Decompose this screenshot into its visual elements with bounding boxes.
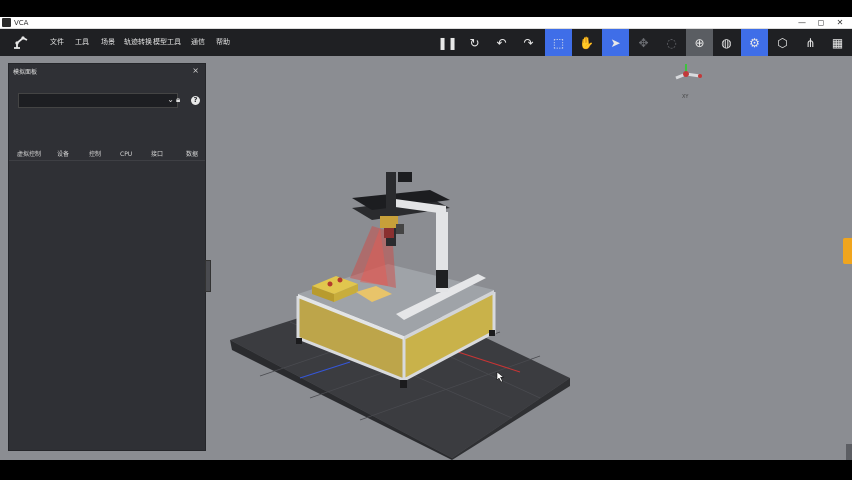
move-button[interactable]: ✥ bbox=[630, 29, 657, 56]
menu-model-tools[interactable]: 模型工具 bbox=[153, 29, 181, 56]
pause-icon: ❚❚ bbox=[437, 35, 458, 50]
undo-button[interactable]: ↶ bbox=[488, 29, 515, 56]
maximize-button[interactable]: ◻ bbox=[811, 17, 831, 29]
restart-icon: ↻ bbox=[469, 35, 480, 50]
restart-button[interactable]: ↻ bbox=[461, 29, 488, 56]
tab-control[interactable]: 控制 bbox=[89, 149, 101, 161]
hierarchy-icon: ⋔ bbox=[805, 35, 816, 50]
panel-close-button[interactable]: × bbox=[192, 66, 199, 75]
undo-icon: ↶ bbox=[496, 35, 507, 50]
tab-interface[interactable]: 接口 bbox=[151, 149, 163, 161]
settings-button[interactable]: ⚙ bbox=[741, 29, 768, 56]
menu-bar: 文件 工具 场景 轨迹转换 模型工具 通信 帮助 ❚❚ ↻ ↶ ↷ ⬚ ✋ ➤ ✥ ◌ ⊕ ◍ ⚙ ⬡ ⋔… bbox=[0, 29, 852, 56]
pause-button[interactable]: ❚❚ bbox=[434, 29, 461, 56]
grid-icon: ▦ bbox=[831, 35, 844, 50]
bottom-strip bbox=[0, 460, 852, 480]
tab-cpu[interactable]: CPU bbox=[120, 149, 132, 161]
orientation-gizmo-icon bbox=[675, 64, 702, 80]
hand-button[interactable]: ✋ bbox=[573, 29, 600, 56]
globe-button[interactable]: ◍ bbox=[713, 29, 740, 56]
lock-icon[interactable]: 🔒︎ bbox=[176, 95, 180, 105]
menu-comm[interactable]: 通信 bbox=[191, 29, 205, 56]
menu-trajectory[interactable]: 轨迹转换 bbox=[124, 29, 152, 56]
gizmo-icon: ⊕ bbox=[694, 35, 705, 50]
grid-button[interactable]: ▦ bbox=[824, 29, 851, 56]
hierarchy-button[interactable]: ⋔ bbox=[797, 29, 824, 56]
pointer-button[interactable]: ➤ bbox=[602, 29, 629, 56]
panel-title: 模拟面板 bbox=[13, 69, 38, 76]
panel-select[interactable]: ⌄ bbox=[18, 93, 178, 108]
robot-arm-icon bbox=[12, 34, 30, 50]
right-drawer-handle[interactable] bbox=[843, 238, 852, 264]
axis-label: XY bbox=[682, 94, 689, 100]
minimize-button[interactable]: — bbox=[792, 17, 812, 29]
rotate-icon: ◌ bbox=[666, 35, 677, 50]
menu-file[interactable]: 文件 bbox=[50, 29, 64, 56]
rotate-button[interactable]: ◌ bbox=[658, 29, 685, 56]
gizmo-button[interactable]: ⊕ bbox=[686, 29, 713, 56]
cube-button[interactable]: ⬡ bbox=[769, 29, 796, 56]
help-icon[interactable]: ? bbox=[191, 96, 200, 105]
chevron-down-icon: ⌄ bbox=[167, 95, 174, 104]
move-icon: ✥ bbox=[638, 35, 649, 50]
title-bar: VCA — ◻ ✕ bbox=[0, 17, 852, 29]
menu-scene[interactable]: 场景 bbox=[101, 29, 115, 56]
globe-icon: ◍ bbox=[721, 35, 732, 50]
select-box-icon: ⬚ bbox=[552, 35, 565, 50]
close-window-button[interactable]: ✕ bbox=[830, 17, 850, 29]
select-box-button[interactable]: ⬚ bbox=[545, 29, 572, 56]
cube-icon: ⬡ bbox=[777, 35, 788, 50]
tab-data[interactable]: 数据 bbox=[186, 149, 198, 161]
menu-help[interactable]: 帮助 bbox=[216, 29, 230, 56]
tab-device[interactable]: 设备 bbox=[57, 149, 69, 161]
simulation-panel: 模拟面板 × ⌄ 🔒︎ ? 虚拟控制 设备 控制 CPU 接口 数据 bbox=[8, 63, 206, 451]
redo-icon: ↷ bbox=[523, 35, 534, 50]
scrollbar[interactable] bbox=[846, 444, 852, 460]
hand-icon: ✋ bbox=[579, 35, 594, 50]
pointer-icon: ➤ bbox=[610, 35, 621, 50]
panel-tabs: 虚拟控制 设备 控制 CPU 接口 数据 bbox=[9, 149, 205, 161]
menu-tools[interactable]: 工具 bbox=[75, 29, 89, 56]
redo-button[interactable]: ↷ bbox=[515, 29, 542, 56]
panel-resize-handle[interactable] bbox=[205, 260, 211, 292]
settings-icon: ⚙ bbox=[749, 35, 760, 50]
tab-virtual-control[interactable]: 虚拟控制 bbox=[17, 149, 41, 161]
window-title: VCA bbox=[14, 19, 29, 27]
app-icon bbox=[2, 18, 11, 27]
